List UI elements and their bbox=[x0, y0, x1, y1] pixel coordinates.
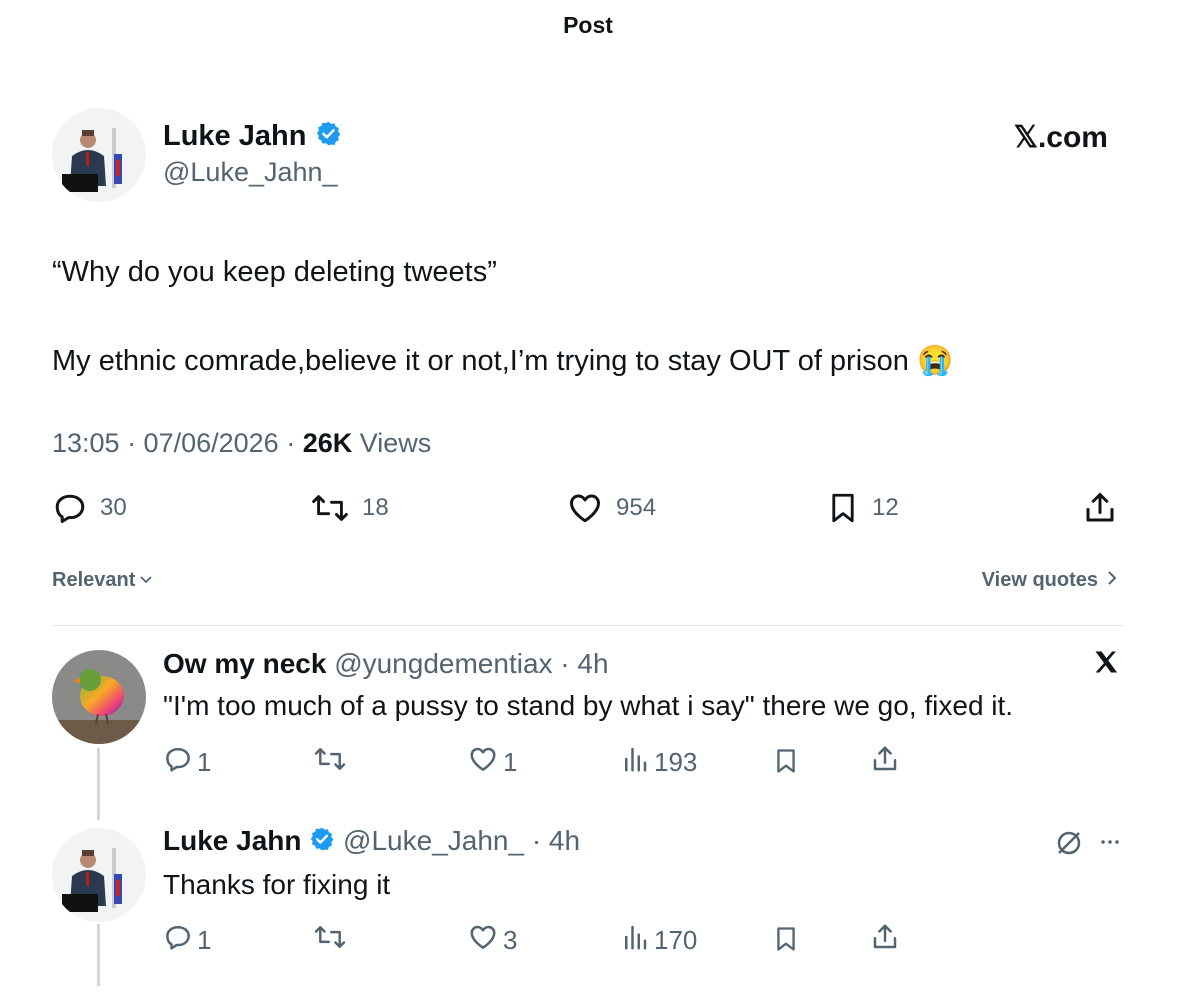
reply-author-name[interactable]: Luke Jahn bbox=[163, 825, 301, 856]
bookmark-icon bbox=[772, 749, 800, 780]
reply-icon bbox=[52, 490, 88, 526]
author-name[interactable]: Luke Jahn bbox=[163, 120, 342, 155]
share-icon bbox=[870, 924, 900, 956]
reply-like-count: 1 bbox=[503, 747, 518, 777]
reply-like-count: 3 bbox=[503, 925, 518, 955]
bookmark-icon bbox=[772, 927, 800, 958]
repost-button[interactable]: 18 bbox=[310, 490, 389, 526]
reply-avatar[interactable] bbox=[52, 828, 146, 922]
like-button[interactable]: 954 bbox=[566, 490, 656, 526]
author-name-text[interactable]: Luke Jahn bbox=[163, 120, 306, 152]
reply-repost-button[interactable] bbox=[313, 744, 351, 781]
reply-count: 30 bbox=[100, 494, 127, 521]
reply-header: Ow my neck @yungdementiax · 4h bbox=[163, 648, 609, 680]
views-icon bbox=[620, 744, 650, 781]
reply-author-meta[interactable]: @Luke_Jahn_ · 4h bbox=[343, 825, 580, 856]
reply-reply-count: 1 bbox=[197, 925, 212, 955]
bookmark-icon bbox=[826, 490, 860, 526]
reply-reply-button[interactable]: 1 bbox=[163, 744, 211, 781]
view-quotes-link[interactable]: View quotes bbox=[982, 569, 1118, 592]
x-logo-icon[interactable]: 𝕏.com bbox=[1014, 120, 1108, 155]
reply-views-button[interactable]: 193 bbox=[620, 744, 697, 781]
reply-text: Thanks for fixing it bbox=[163, 869, 391, 900]
reply-author-meta[interactable]: @yungdementiax · 4h bbox=[334, 648, 608, 679]
view-quotes-label: View quotes bbox=[981, 569, 1098, 591]
author-avatar[interactable] bbox=[52, 108, 146, 202]
reply-bookmark-button[interactable] bbox=[772, 746, 800, 781]
views-label: Views bbox=[352, 428, 432, 458]
reply-button[interactable]: 30 bbox=[52, 490, 127, 526]
reply-views-button[interactable]: 170 bbox=[620, 922, 697, 959]
page-title: Post bbox=[563, 12, 613, 38]
like-icon bbox=[566, 490, 604, 526]
reply-views-count: 193 bbox=[654, 747, 698, 777]
post-text-line-1: “Why do you keep deleting tweets” bbox=[52, 256, 497, 288]
sort-dropdown[interactable]: Relevant bbox=[52, 569, 153, 592]
author-handle[interactable]: @Luke_Jahn_ bbox=[163, 157, 338, 188]
reply-views-count: 170 bbox=[654, 925, 698, 955]
thread-line bbox=[97, 748, 100, 820]
post-timestamp: 13:05 · 07/06/2026 · 26K Views bbox=[52, 428, 431, 459]
x-logo-icon[interactable] bbox=[1092, 648, 1120, 684]
bookmark-count: 12 bbox=[872, 494, 899, 521]
repost-icon bbox=[313, 744, 347, 781]
reply-icon bbox=[163, 744, 193, 781]
hidden-icon[interactable] bbox=[1054, 828, 1084, 863]
reply-repost-button[interactable] bbox=[313, 922, 351, 959]
reply-share-button[interactable] bbox=[870, 922, 900, 957]
reply-author-name[interactable]: Ow my neck bbox=[163, 648, 326, 679]
views-icon bbox=[620, 922, 650, 959]
repost-icon bbox=[313, 922, 347, 959]
reply-reply-button[interactable]: 1 bbox=[163, 922, 211, 959]
share-icon bbox=[870, 746, 900, 778]
reply-reply-count: 1 bbox=[197, 747, 212, 777]
repost-icon bbox=[310, 490, 350, 526]
like-icon bbox=[467, 922, 499, 959]
share-button[interactable] bbox=[1082, 490, 1118, 526]
reply-like-button[interactable]: 3 bbox=[467, 922, 517, 959]
bookmark-button[interactable]: 12 bbox=[826, 490, 899, 526]
reply-header: Luke Jahn @Luke_Jahn_ · 4h bbox=[163, 825, 580, 859]
chevron-down-icon bbox=[139, 569, 153, 592]
divider bbox=[52, 625, 1124, 626]
reply-avatar[interactable] bbox=[52, 650, 146, 744]
thread-line bbox=[97, 924, 100, 986]
post-text-line-2: My ethnic comrade,believe it or not,I’m … bbox=[52, 345, 954, 377]
reply-share-button[interactable] bbox=[870, 744, 900, 779]
sort-label: Relevant bbox=[52, 569, 136, 591]
verified-badge-icon bbox=[315, 120, 342, 155]
reply-bookmark-button[interactable] bbox=[772, 924, 800, 959]
like-count: 954 bbox=[616, 494, 657, 521]
verified-badge-icon bbox=[309, 826, 335, 859]
chevron-right-icon bbox=[1106, 569, 1118, 592]
like-icon bbox=[467, 744, 499, 781]
views-count: 26K bbox=[302, 428, 353, 458]
share-icon bbox=[1082, 490, 1118, 526]
reply-icon bbox=[163, 922, 193, 959]
more-icon[interactable] bbox=[1098, 830, 1122, 859]
reply-like-button[interactable]: 1 bbox=[467, 744, 517, 781]
repost-count: 18 bbox=[362, 494, 389, 521]
reply-text: "I'm too much of a pussy to stand by wha… bbox=[163, 690, 1014, 721]
post-time[interactable]: 13:05 · 07/06/2026 · bbox=[52, 428, 303, 458]
